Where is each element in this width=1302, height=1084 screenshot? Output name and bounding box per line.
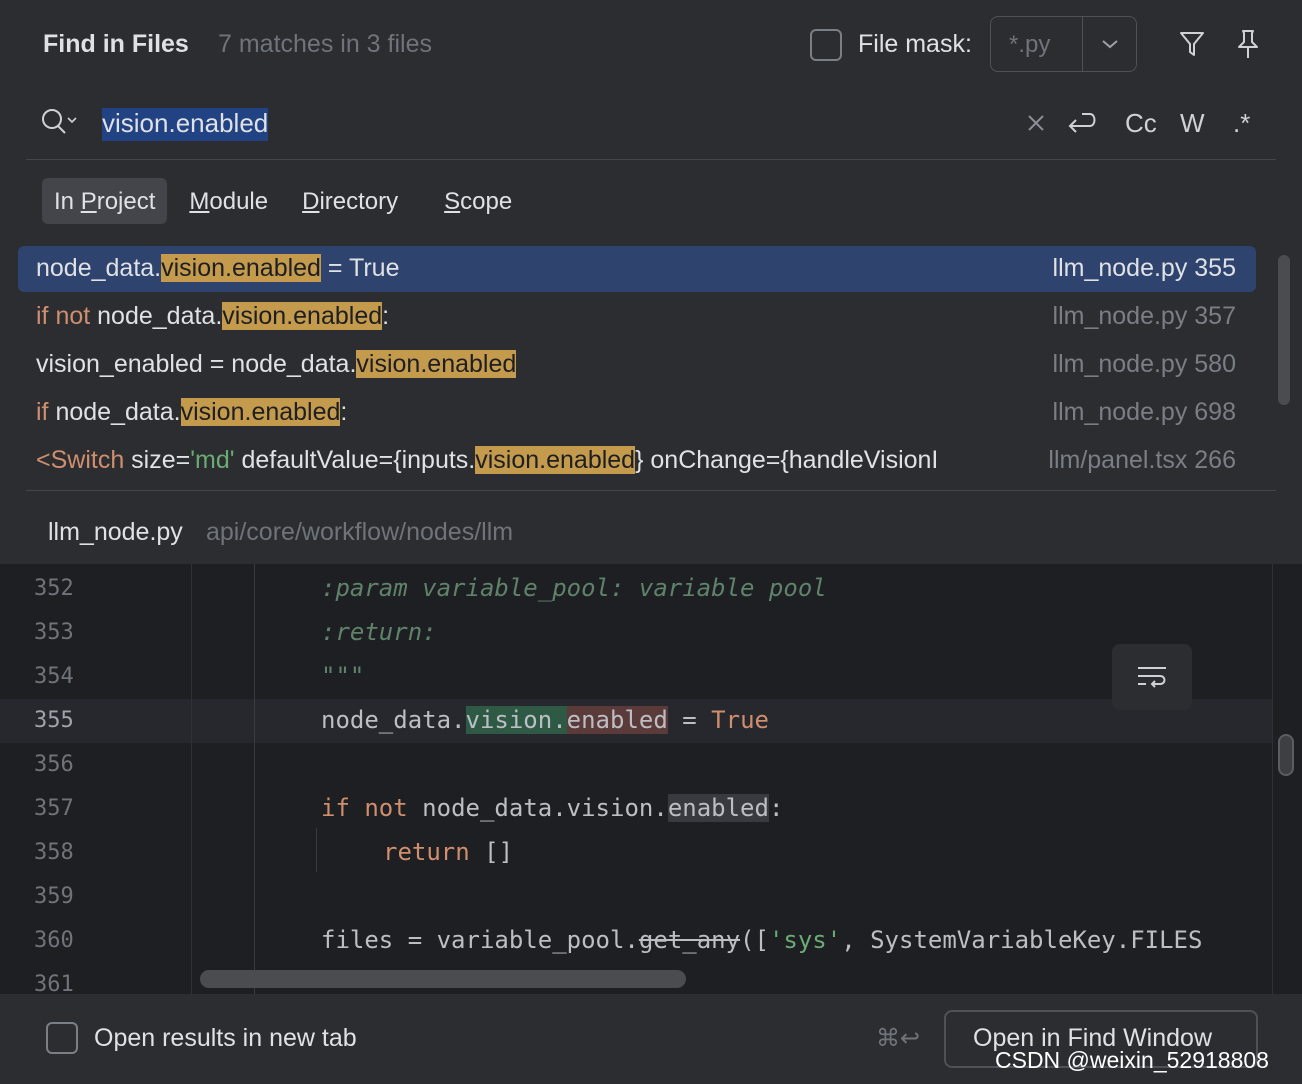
file-mask-input[interactable]: *.py bbox=[991, 17, 1083, 71]
file-mask-label: File mask: bbox=[858, 30, 972, 58]
code-line: node_data.vision.enabled = True bbox=[321, 706, 769, 734]
divider bbox=[26, 490, 1276, 491]
search-area: vision.enabled Cc W .* In Project Module… bbox=[0, 86, 1302, 490]
code-line: return [] bbox=[383, 838, 514, 866]
line-number: 353 bbox=[34, 620, 74, 645]
file-mask-dropdown-button[interactable] bbox=[1083, 17, 1136, 71]
result-row[interactable]: vision_enabled = node_data.vision.enable… bbox=[18, 342, 1256, 388]
line-number: 357 bbox=[34, 796, 74, 821]
search-history-button[interactable] bbox=[40, 106, 80, 143]
result-location: llm_node.py 580 bbox=[1052, 350, 1236, 378]
line-number: 356 bbox=[34, 752, 74, 777]
tab-scope[interactable]: Scope bbox=[432, 178, 524, 224]
line-number: 360 bbox=[34, 928, 74, 953]
dialog-header: Find in Files 7 matches in 3 files File … bbox=[0, 0, 1302, 86]
line-number: 359 bbox=[34, 884, 74, 909]
match-summary: 7 matches in 3 files bbox=[218, 30, 432, 58]
chevron-down-icon bbox=[1101, 40, 1118, 49]
newline-icon bbox=[1068, 113, 1096, 133]
code-line: files = variable_pool.get_any(['sys', Sy… bbox=[321, 926, 1203, 954]
editor-vertical-scrollbar[interactable] bbox=[1278, 734, 1294, 776]
indent-guide bbox=[254, 564, 255, 994]
soft-wrap-button[interactable] bbox=[1112, 644, 1192, 710]
result-code: if not node_data.vision.enabled: bbox=[36, 302, 390, 330]
editor-horizontal-scrollbar[interactable] bbox=[200, 970, 686, 988]
preview-header: llm_node.py api/core/workflow/nodes/llm bbox=[0, 500, 1302, 564]
filter-icon bbox=[1180, 32, 1204, 56]
whole-words-toggle[interactable]: W bbox=[1180, 86, 1205, 160]
watermark: CSDN @weixin_52918808 bbox=[995, 1047, 1269, 1073]
soft-wrap-icon bbox=[1138, 667, 1166, 688]
code-line: if not node_data.vision.enabled: bbox=[321, 794, 784, 822]
result-code: vision_enabled = node_data.vision.enable… bbox=[36, 350, 517, 378]
result-code: <Switch size='md' defaultValue={inputs.v… bbox=[36, 446, 939, 474]
result-row[interactable]: node_data.vision.enabled = True llm_node… bbox=[18, 246, 1256, 292]
tab-directory[interactable]: Directory bbox=[290, 178, 410, 224]
line-number: 352 bbox=[34, 576, 74, 601]
open-new-tab-checkbox[interactable] bbox=[46, 1022, 78, 1054]
code-line: """ bbox=[321, 662, 365, 690]
file-mask-checkbox[interactable] bbox=[810, 29, 842, 61]
result-location: llm_node.py 355 bbox=[1052, 254, 1236, 282]
results-list: node_data.vision.enabled = True llm_node… bbox=[18, 246, 1256, 486]
line-number: 355 bbox=[34, 708, 74, 733]
filter-button[interactable] bbox=[1174, 26, 1210, 62]
scope-tabs: In Project Module Directory Scope bbox=[42, 178, 534, 226]
line-number: 354 bbox=[34, 664, 74, 689]
clear-search-button[interactable] bbox=[1026, 86, 1046, 160]
result-row[interactable]: if not node_data.vision.enabled: llm_nod… bbox=[18, 294, 1256, 340]
search-input[interactable]: vision.enabled bbox=[102, 108, 269, 141]
tab-module[interactable]: Module bbox=[177, 178, 280, 224]
result-location: llm_node.py 357 bbox=[1052, 302, 1236, 330]
code-line: :return: bbox=[321, 618, 437, 646]
line-number: 358 bbox=[34, 840, 74, 865]
newline-button[interactable] bbox=[1066, 86, 1100, 160]
dialog-title: Find in Files bbox=[43, 30, 189, 58]
regex-toggle[interactable]: .* bbox=[1233, 86, 1250, 160]
indent-guide bbox=[316, 828, 317, 872]
result-location: llm/panel.tsx 266 bbox=[1048, 446, 1236, 474]
result-code: node_data.vision.enabled = True bbox=[36, 254, 400, 282]
pin-button[interactable] bbox=[1230, 26, 1266, 62]
preview-file-name: llm_node.py bbox=[48, 518, 183, 546]
search-icon bbox=[42, 109, 77, 134]
tab-in-project[interactable]: In Project bbox=[42, 178, 168, 224]
editor-scroll-track bbox=[1272, 564, 1302, 994]
close-icon bbox=[1028, 115, 1044, 131]
result-row[interactable]: <Switch size='md' defaultValue={inputs.v… bbox=[18, 438, 1256, 484]
pin-icon bbox=[1238, 30, 1258, 58]
line-number: 361 bbox=[34, 972, 74, 994]
results-scrollbar[interactable] bbox=[1278, 255, 1290, 405]
match-case-toggle[interactable]: Cc bbox=[1125, 86, 1157, 160]
shortcut-hint: ⌘↩ bbox=[876, 1025, 921, 1052]
result-location: llm_node.py 698 bbox=[1052, 398, 1236, 426]
search-row: vision.enabled Cc W .* bbox=[26, 86, 1276, 160]
result-code: if node_data.vision.enabled: bbox=[36, 398, 348, 426]
code-line: :param variable_pool: variable pool bbox=[321, 574, 827, 602]
line-number-gutter: 352 353 354 355 356 357 358 359 360 361 bbox=[0, 564, 192, 994]
file-mask-combobox[interactable]: *.py bbox=[990, 16, 1137, 72]
code-preview[interactable]: 352 353 354 355 356 357 358 359 360 361 … bbox=[0, 564, 1302, 994]
preview-file-path: api/core/workflow/nodes/llm bbox=[206, 518, 514, 546]
open-new-tab-label: Open results in new tab bbox=[94, 1024, 357, 1052]
result-row[interactable]: if node_data.vision.enabled: llm_node.py… bbox=[18, 390, 1256, 436]
